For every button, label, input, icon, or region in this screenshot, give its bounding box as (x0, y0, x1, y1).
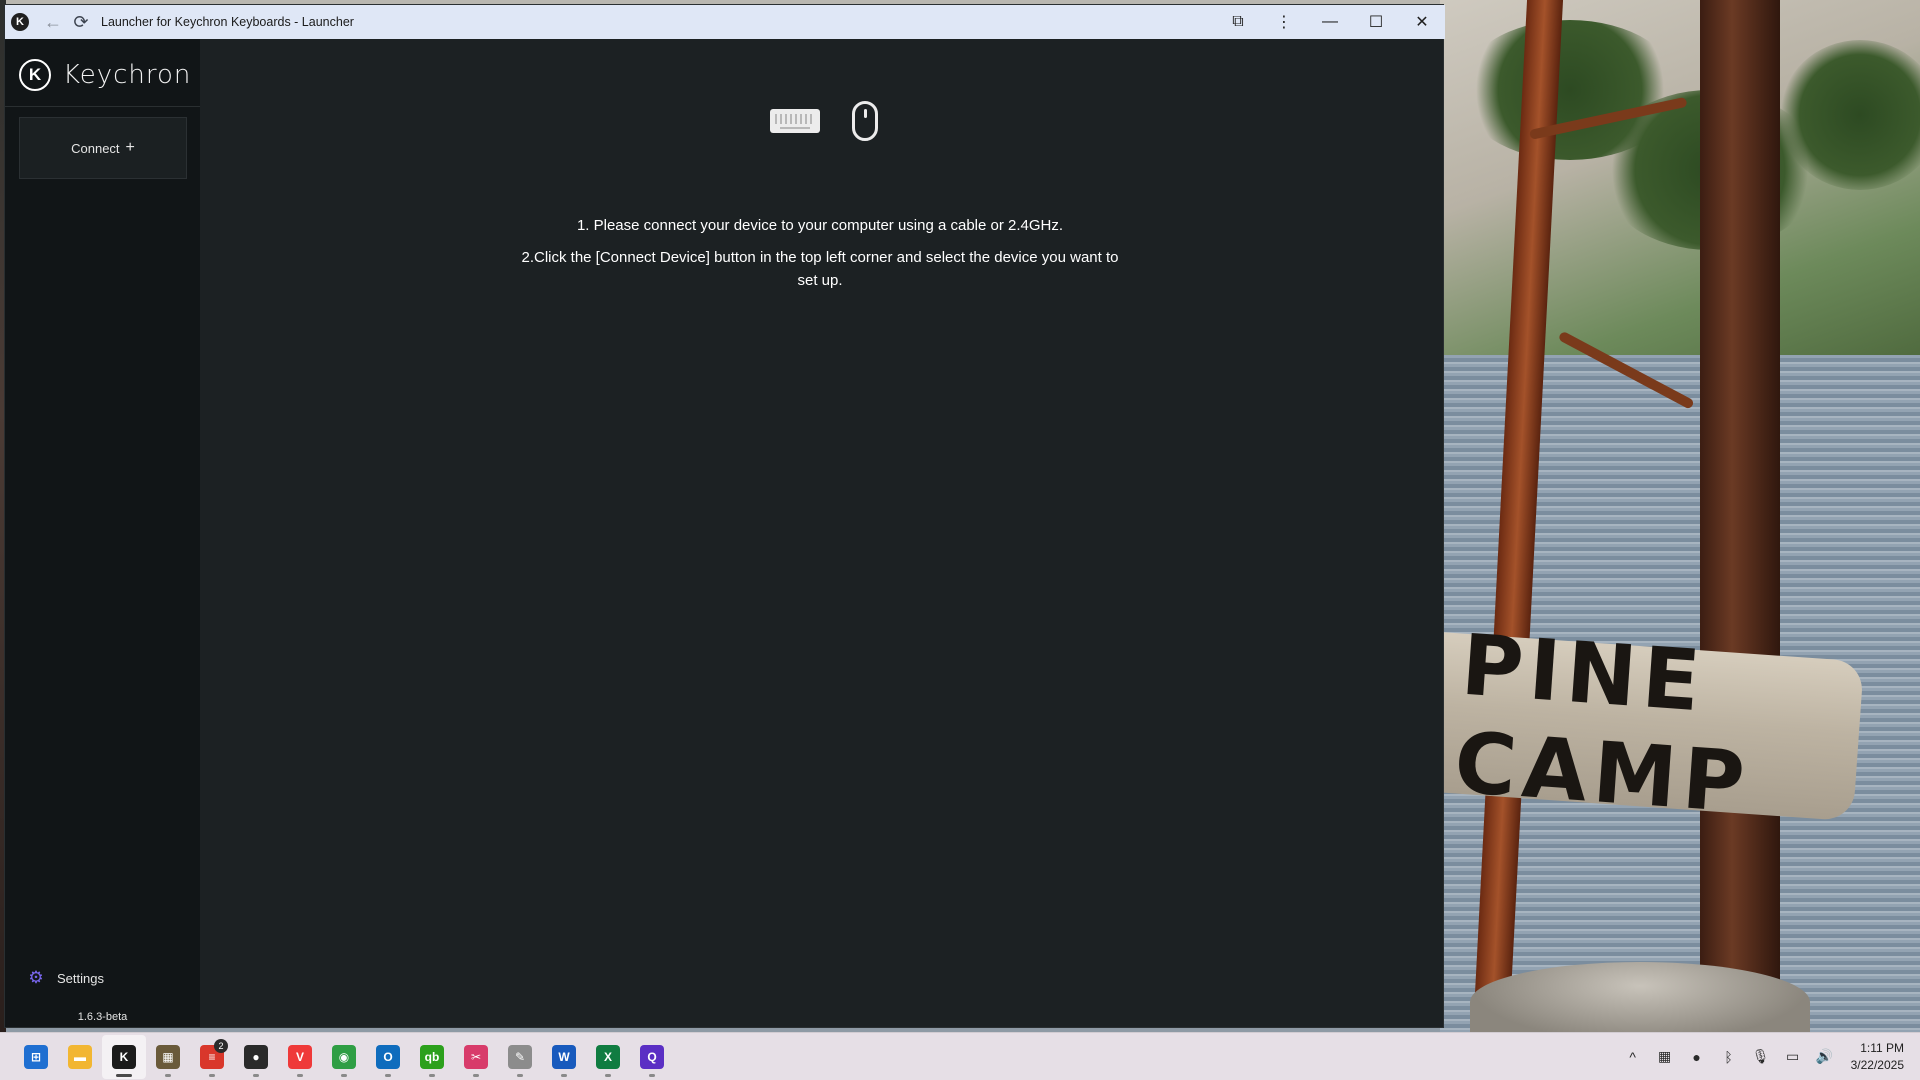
stack-app-taskbar-button[interactable]: ≡ 2 (190, 1035, 234, 1079)
settings-button[interactable]: ⚙ Settings (27, 968, 104, 987)
main-content: 1. Please connect your device to your co… (200, 39, 1443, 1027)
show-hidden-icons-icon[interactable]: ^ (1617, 1037, 1649, 1077)
running-indicator (341, 1073, 347, 1077)
outlook-taskbar-button[interactable]: O (366, 1035, 410, 1079)
running-indicator (561, 1073, 567, 1077)
mouse-icon (852, 101, 878, 141)
running-indicator (253, 1073, 259, 1077)
plus-icon: + (125, 139, 135, 156)
windows-start-taskbar-button[interactable]: ⊞ (14, 1035, 58, 1079)
tool-app-taskbar-button[interactable]: ✎ (498, 1035, 542, 1079)
running-indicator (297, 1073, 303, 1077)
clock-time: 1:11 PM (1860, 1040, 1904, 1055)
running-indicator (209, 1073, 215, 1077)
purple-app-icon: Q (640, 1044, 664, 1069)
red-circle-app-taskbar-button[interactable]: ● (234, 1035, 278, 1079)
snipping-tool-taskbar-button[interactable]: ✂ (454, 1035, 498, 1079)
running-indicator (473, 1073, 479, 1077)
volume-icon[interactable]: 🔊 (1809, 1037, 1841, 1077)
running-indicator (429, 1073, 435, 1077)
system-tray: ^ ▦ ● ᛒ 🎙 ▭ 🔊 1:11 PM 3/22/2025 (1617, 1037, 1904, 1077)
app-window: K ← ⟳ Launcher for Keychron Keyboards - … (4, 4, 1445, 1028)
keychron-launcher-taskbar-button[interactable]: K (102, 1034, 146, 1079)
keychron-launcher-icon: K (112, 1044, 136, 1069)
device-icons (770, 101, 878, 141)
more-options-icon[interactable]: ⋮ (1261, 5, 1307, 39)
window-title: Launcher for Keychron Keyboards - Launch… (101, 15, 354, 29)
running-indicator (517, 1073, 523, 1077)
clock-date: 3/22/2025 (1850, 1057, 1904, 1072)
notes-app-icon: ▦ (156, 1044, 180, 1069)
connect-button-label: Connect (71, 140, 120, 156)
running-indicator (165, 1073, 171, 1077)
tray-icons: ^ ▦ ● ᛒ 🎙 ▭ 🔊 (1617, 1037, 1841, 1077)
snipping-tool-icon: ✂ (464, 1044, 488, 1069)
settings-label: Settings (57, 970, 104, 986)
excel-icon: X (596, 1044, 620, 1069)
wallpaper-tree-trunk (1700, 0, 1780, 1032)
clock[interactable]: 1:11 PM 3/22/2025 (1851, 1040, 1904, 1074)
wallpaper-sign: PINE CAMP (1428, 616, 1864, 832)
microphone-icon[interactable]: 🎙 (1745, 1037, 1777, 1077)
running-indicator (649, 1073, 655, 1077)
taskbar: ⊞ ▬ K ▦ ≡ 2 ● V ◉ Oqb ✂ ✎ W X Q ^ ▦ ● ᛒ 🎙 ▭ 🔊 1:11 PM 3/22/2… (0, 1032, 1920, 1080)
chrome-taskbar-button[interactable]: ◉ (322, 1035, 366, 1079)
quickbooks-taskbar-button[interactable]: qb (410, 1035, 454, 1079)
keyboard-icon (770, 109, 820, 133)
running-indicator (385, 1073, 391, 1077)
brand-divider (5, 106, 200, 107)
connect-button[interactable]: Connect + (19, 117, 187, 179)
quickbooks-icon: qb (420, 1044, 444, 1069)
tool-app-icon: ✎ (508, 1044, 532, 1069)
word-taskbar-button[interactable]: W (542, 1035, 586, 1079)
instruction-step-1: 1. Please connect your device to your co… (576, 217, 1064, 234)
running-indicator (116, 1073, 132, 1077)
red-circle-app-icon: ● (244, 1044, 268, 1069)
version-label: 1.6.3-beta (77, 1011, 128, 1023)
taskbar-apps: ⊞ ▬ K ▦ ≡ 2 ● V ◉ Oqb ✂ ✎ W X Q (14, 1034, 674, 1079)
wallpaper-sign-text: PINE CAMP (1451, 615, 1754, 832)
purple-app-taskbar-button[interactable]: Q (630, 1035, 674, 1079)
vivaldi-icon: V (288, 1044, 312, 1069)
vivaldi-taskbar-button[interactable]: V (278, 1035, 322, 1079)
gear-icon: ⚙ (28, 968, 44, 987)
minimize-button[interactable]: ― (1307, 5, 1353, 39)
notes-app-taskbar-button[interactable]: ▦ (146, 1035, 190, 1079)
bluetooth-icon[interactable]: ᛒ (1713, 1037, 1745, 1077)
file-explorer-icon: ▬ (68, 1044, 92, 1069)
brand: K Keychron (19, 59, 191, 91)
color-app-icon[interactable]: ● (1681, 1037, 1713, 1077)
file-explorer-taskbar-button[interactable]: ▬ (58, 1035, 102, 1079)
keychron-logo-icon: K (19, 59, 51, 91)
wallpaper-rock (1470, 962, 1810, 1032)
sidebar: K Keychron Connect + ⚙ Settings 1.6.3-be… (5, 39, 200, 1027)
tray-app-icon[interactable]: ▦ (1649, 1037, 1681, 1077)
title-bar[interactable]: K ← ⟳ Launcher for Keychron Keyboards - … (5, 5, 1445, 39)
outlook-icon: O (376, 1044, 400, 1069)
running-indicator (605, 1073, 611, 1077)
windows-start-icon: ⊞ (24, 1044, 48, 1069)
keychron-app-icon: K (11, 13, 29, 31)
extensions-icon[interactable]: ⧉ (1215, 5, 1261, 39)
connect-instructions: 1. Please connect your device to your co… (520, 214, 1120, 301)
back-arrow-icon[interactable]: ← (39, 8, 67, 36)
title-bar-controls: ⧉ ⋮ ― ☐ ✕ (1215, 5, 1445, 39)
close-button[interactable]: ✕ (1399, 5, 1445, 39)
chrome-icon: ◉ (332, 1044, 356, 1069)
brand-name: Keychron (63, 60, 192, 90)
excel-taskbar-button[interactable]: X (586, 1035, 630, 1079)
notification-badge: 2 (214, 1038, 228, 1053)
word-icon: W (552, 1044, 576, 1069)
maximize-button[interactable]: ☐ (1353, 5, 1399, 39)
instruction-step-2: 2.Click the [Connect Device] button in t… (521, 249, 1119, 289)
network-icon[interactable]: ▭ (1777, 1037, 1809, 1077)
refresh-icon[interactable]: ⟳ (67, 8, 95, 36)
